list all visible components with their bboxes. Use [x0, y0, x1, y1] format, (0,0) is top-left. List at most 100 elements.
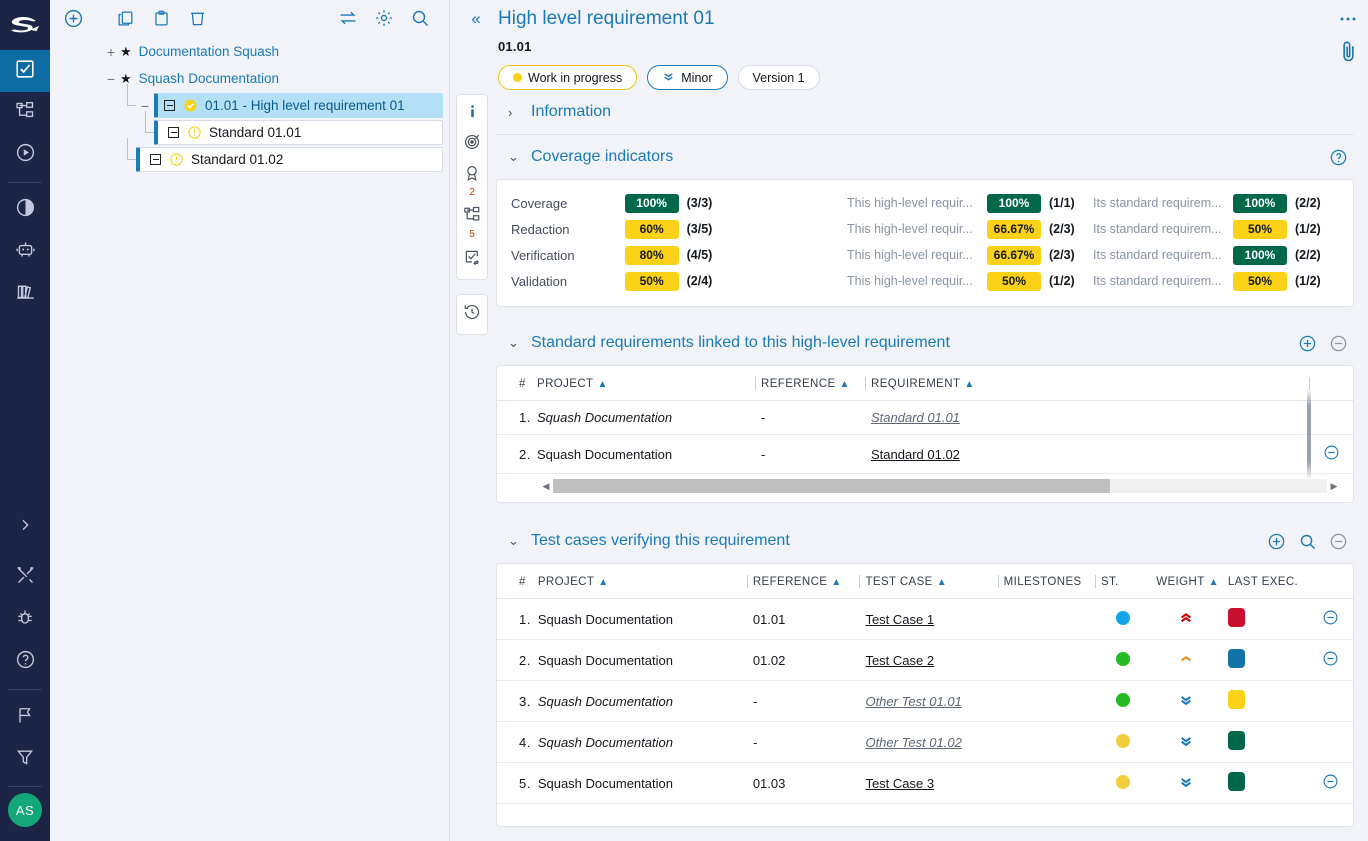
tree-node-high-level-requirement-01[interactable]: 01.01 - High level requirement 01	[154, 93, 443, 118]
chevron-down-icon[interactable]: ⌄	[508, 533, 519, 549]
paste-button[interactable]	[144, 3, 178, 33]
horizontal-scrollbar[interactable]: ◀ ▶	[539, 478, 1341, 494]
scroll-track[interactable]	[553, 479, 1327, 493]
node-collapse-box-icon[interactable]	[168, 127, 179, 138]
column-project[interactable]: PROJECT▲	[532, 564, 747, 599]
table-row[interactable]: 4 Squash Documentation - Other Test 01.0…	[497, 722, 1353, 763]
column-status[interactable]: ST.	[1095, 564, 1150, 599]
copy-button[interactable]	[108, 3, 142, 33]
requirement-link[interactable]: Standard 01.02	[871, 447, 960, 462]
tree-project-row[interactable]: − ★ Squash Documentation	[50, 65, 449, 92]
section-coverage-header[interactable]: ⌄ Coverage indicators	[490, 135, 1360, 179]
table-row[interactable]: 1 Squash Documentation 01.01 Test Case 1	[497, 599, 1353, 640]
delete-button[interactable]	[180, 3, 214, 33]
tab-information[interactable]	[457, 99, 487, 129]
chevron-right-icon[interactable]: ›	[508, 105, 519, 120]
column-requirement[interactable]: REQUIREMENT▲	[865, 366, 1309, 401]
tab-coverage[interactable]	[457, 129, 487, 160]
scroll-left-arrow[interactable]: ◀	[539, 481, 553, 492]
column-project[interactable]: PROJECT▲	[531, 366, 755, 401]
collapse-toggle[interactable]: −	[102, 71, 120, 87]
row-test-case[interactable]: Test Case 2	[859, 640, 997, 681]
node-collapse-box-icon[interactable]	[150, 154, 161, 165]
test-case-link[interactable]: Test Case 2	[865, 653, 934, 668]
row-test-case[interactable]: Other Test 01.01	[859, 681, 997, 722]
column-reference[interactable]: REFERENCE▲	[747, 564, 860, 599]
search-test-case-button[interactable]	[1298, 532, 1317, 551]
tree-node-standard-01-01[interactable]: Standard 01.01	[154, 120, 443, 145]
sidebar-item-requirements[interactable]	[0, 50, 50, 92]
collapse-tree-button[interactable]: «	[464, 9, 488, 29]
more-options-button[interactable]	[1336, 8, 1360, 30]
test-case-link[interactable]: Test Case 3	[865, 776, 934, 791]
row-requirement[interactable]: Standard 01.01	[865, 401, 1309, 435]
coverage-help-icon[interactable]	[1329, 148, 1348, 167]
chevron-down-icon[interactable]: ⌄	[508, 335, 519, 351]
scroll-right-arrow[interactable]: ▶	[1327, 481, 1341, 492]
add-button[interactable]	[56, 3, 90, 33]
table-row[interactable]: 5 Squash Documentation 01.03 Test Case 3	[497, 763, 1353, 804]
tree-node-row[interactable]: Standard 01.02	[50, 146, 449, 173]
remove-row-button[interactable]	[1322, 650, 1339, 667]
section-information-header[interactable]: › Information	[490, 90, 1360, 134]
tab-linked-requirements[interactable]: 5	[457, 202, 487, 244]
add-test-case-button[interactable]	[1267, 532, 1286, 551]
tab-history[interactable]	[457, 299, 487, 330]
tab-validation[interactable]	[457, 244, 487, 275]
remove-link-button[interactable]	[1329, 334, 1348, 353]
criticality-badge[interactable]: Minor	[647, 65, 727, 90]
column-last-exec[interactable]: LAST EXEC.	[1222, 564, 1308, 599]
squash-logo[interactable]	[0, 0, 50, 50]
row-test-case[interactable]: Test Case 3	[859, 763, 997, 804]
table-row[interactable]: 1 Squash Documentation - Standard 01.01	[497, 401, 1353, 435]
sidebar-item-campaigns[interactable]	[0, 134, 50, 176]
tree-node-row[interactable]: Standard 01.01	[50, 119, 449, 146]
tree-project-row[interactable]: + ★ Documentation Squash	[50, 38, 449, 65]
section-test-cases-header[interactable]: ⌄ Test cases verifying this requirement	[490, 519, 1360, 563]
scroll-thumb[interactable]	[553, 479, 1110, 493]
table-row[interactable]: 2 Squash Documentation 01.02 Test Case 2	[497, 640, 1353, 681]
transfer-arrows-icon[interactable]	[331, 3, 365, 33]
row-requirement[interactable]: Standard 01.02	[865, 435, 1309, 474]
column-milestones[interactable]: MILESTONES	[998, 564, 1095, 599]
sidebar-item-bugtracker[interactable]	[0, 599, 50, 641]
column-resize-handle[interactable]	[1307, 388, 1311, 480]
remove-test-case-button[interactable]	[1329, 532, 1348, 551]
version-badge[interactable]: Version 1	[738, 65, 820, 90]
tree-project-label[interactable]: Documentation Squash	[139, 44, 279, 59]
sidebar-item-milestones[interactable]	[0, 696, 50, 738]
gear-icon[interactable]	[367, 3, 401, 33]
chevron-down-icon[interactable]: ⌄	[508, 149, 519, 165]
remove-row-button[interactable]	[1323, 444, 1340, 461]
sidebar-item-test-cases[interactable]	[0, 92, 50, 134]
table-row[interactable]: 2 Squash Documentation - Standard 01.02	[497, 435, 1353, 474]
test-case-link[interactable]: Other Test 01.01	[865, 694, 961, 709]
expand-toggle[interactable]: +	[102, 44, 120, 60]
sidebar-item-filters[interactable]	[0, 738, 50, 780]
sidebar-item-automation[interactable]	[0, 231, 50, 273]
remove-row-button[interactable]	[1322, 609, 1339, 626]
expand-sidebar-button[interactable]	[0, 505, 50, 545]
column-weight[interactable]: WEIGHT▲	[1150, 564, 1222, 599]
attachments-button[interactable]	[1336, 40, 1360, 62]
test-case-link[interactable]: Test Case 1	[865, 612, 934, 627]
add-link-button[interactable]	[1298, 334, 1317, 353]
tree-node-row[interactable]: − 01.01 - High level requirement 01	[50, 92, 449, 119]
test-case-link[interactable]: Other Test 01.02	[865, 735, 961, 750]
remove-row-button[interactable]	[1322, 773, 1339, 790]
requirement-link[interactable]: Standard 01.01	[871, 410, 960, 425]
column-test-case[interactable]: TEST CASE▲	[859, 564, 997, 599]
column-reference[interactable]: REFERENCE▲	[755, 366, 865, 401]
row-test-case[interactable]: Other Test 01.02	[859, 722, 997, 763]
sidebar-item-reports[interactable]	[0, 189, 50, 231]
table-row[interactable]: 3 Squash Documentation - Other Test 01.0…	[497, 681, 1353, 722]
search-icon[interactable]	[403, 3, 437, 33]
sidebar-item-administration[interactable]	[0, 557, 50, 599]
node-collapse-box-icon[interactable]	[164, 100, 175, 111]
sidebar-item-help[interactable]	[0, 641, 50, 683]
avatar[interactable]: AS	[8, 793, 42, 827]
status-badge[interactable]: Work in progress	[498, 65, 637, 90]
section-standard-header[interactable]: ⌄ Standard requirements linked to this h…	[490, 321, 1360, 365]
tab-verifying-test-cases[interactable]: 2	[457, 160, 487, 202]
tree-node-standard-01-02[interactable]: Standard 01.02	[136, 147, 443, 172]
